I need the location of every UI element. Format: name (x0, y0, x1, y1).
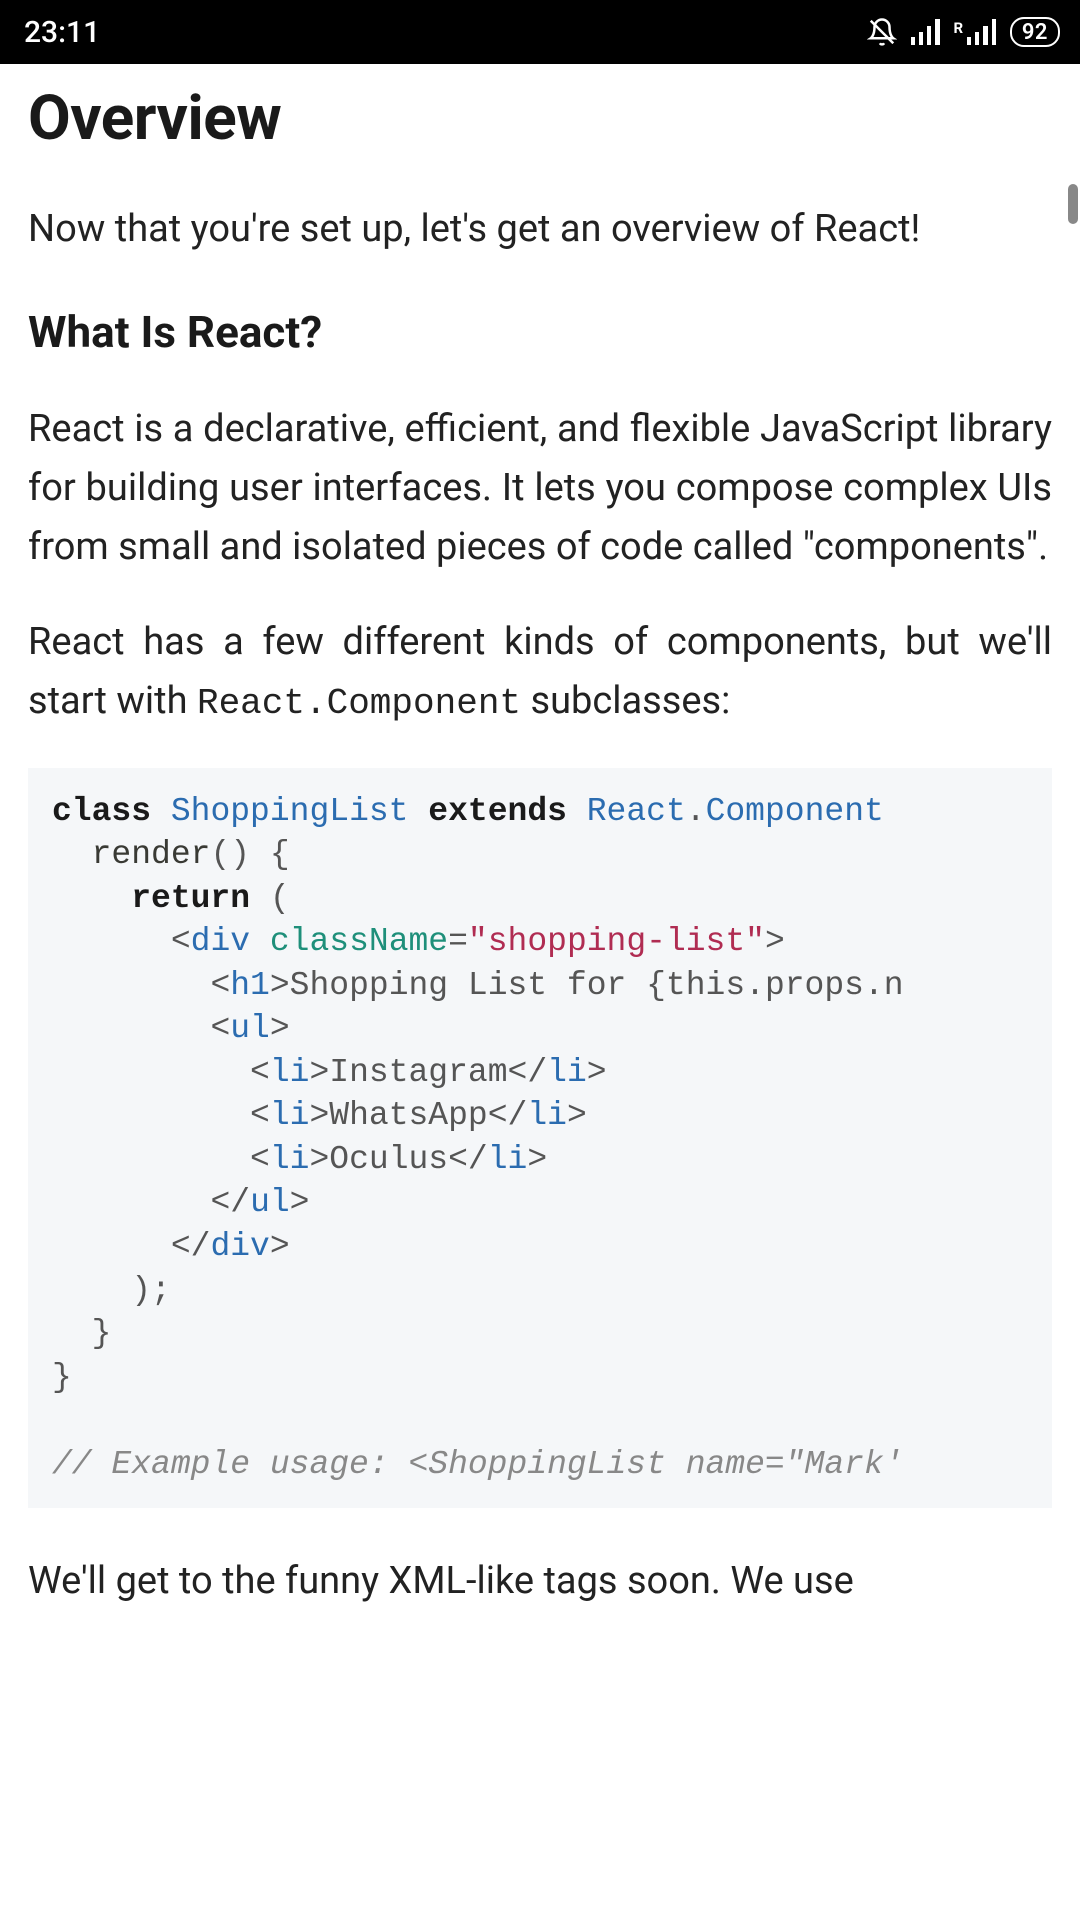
signal-roaming-icon: R (954, 19, 996, 45)
intro-paragraph: Now that you're set up, let's get an ove… (28, 203, 1052, 256)
page-content[interactable]: Overview Now that you're set up, let's g… (0, 64, 1080, 1611)
body-paragraph-3: We'll get to the funny XML-like tags soo… (28, 1552, 1052, 1611)
mute-icon (867, 17, 897, 47)
page-title: Overview (28, 82, 1052, 155)
status-icons: R 92 (867, 17, 1060, 47)
code-content: class ShoppingList extends React.Compone… (52, 790, 1032, 1487)
status-bar: 23:11 R 92 (0, 0, 1080, 64)
signal-icon (911, 19, 940, 45)
scroll-indicator[interactable] (1068, 184, 1078, 224)
code-block[interactable]: class ShoppingList extends React.Compone… (28, 768, 1052, 1509)
body-paragraph-1: React is a declarative, efficient, and f… (28, 400, 1052, 577)
body-paragraph-2: React has a few different kinds of compo… (28, 613, 1052, 732)
status-time: 23:11 (24, 15, 100, 50)
battery-indicator: 92 (1010, 17, 1060, 47)
section-heading: What Is React? (28, 306, 1052, 358)
inline-code: React.Component (197, 683, 521, 724)
